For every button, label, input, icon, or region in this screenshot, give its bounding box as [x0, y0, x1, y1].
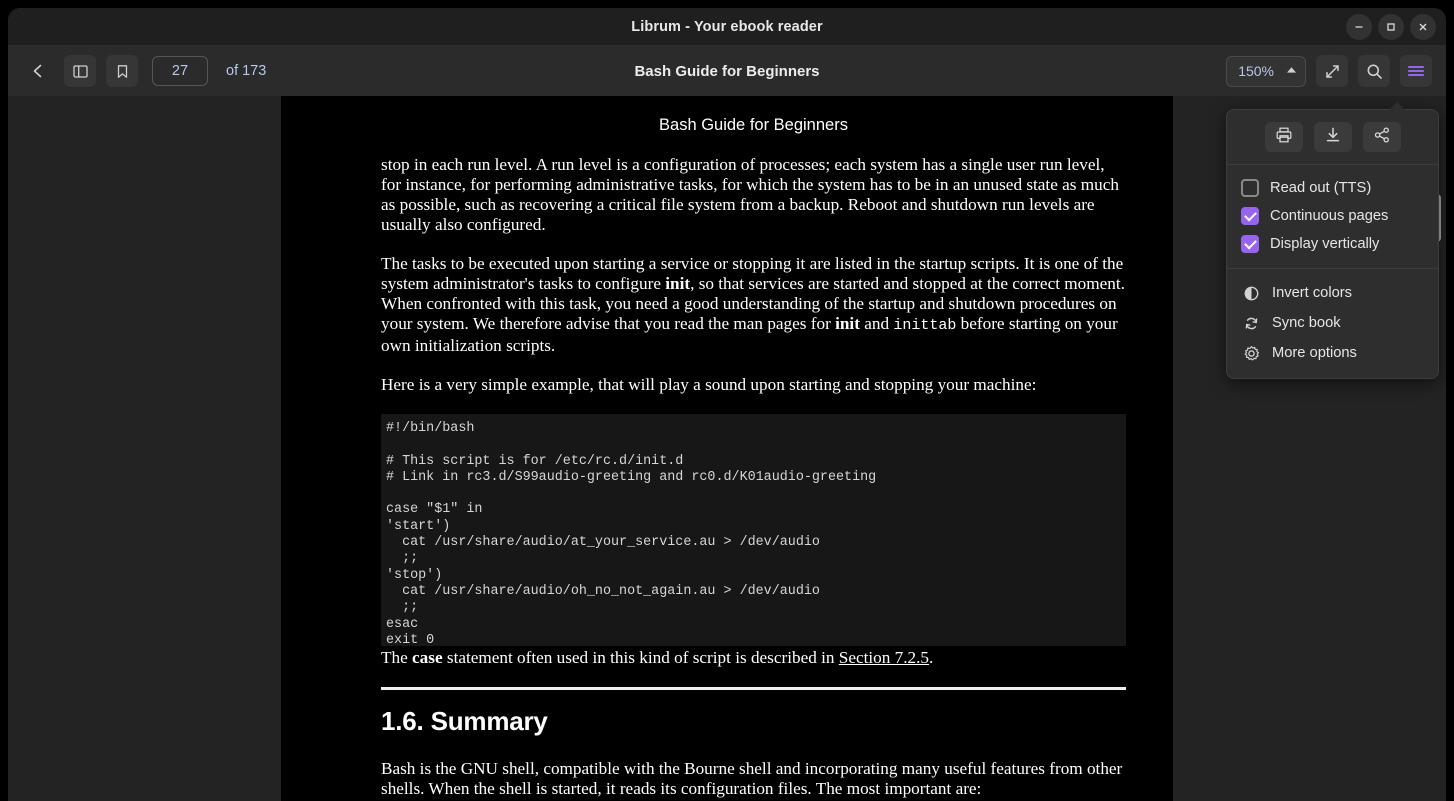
display-vertically-checkbox[interactable]	[1241, 235, 1259, 253]
window-title: Librum - Your ebook reader	[631, 18, 823, 35]
maximize-icon	[1385, 21, 1397, 33]
menu-item-display-vertically[interactable]: Display vertically	[1227, 230, 1438, 258]
menu-item-continuous-pages[interactable]: Continuous pages	[1227, 202, 1438, 230]
paragraph-text: and	[859, 314, 894, 333]
zoom-selector[interactable]: 150%	[1226, 55, 1306, 87]
reader-area: Bash Guide for Beginners stop in each ru…	[8, 96, 1446, 801]
toolbar-right-group: 150%	[1226, 46, 1432, 96]
page-total-label: of 173	[226, 63, 267, 79]
contrast-icon	[1241, 283, 1261, 303]
window-controls	[1346, 8, 1436, 45]
document-running-head: Bash Guide for Beginners	[659, 116, 848, 134]
menu-item-label: Display vertically	[1270, 236, 1380, 252]
menu-item-label: Read out (TTS)	[1270, 180, 1372, 196]
paragraph-text: statement often used in this kind of scr…	[442, 648, 839, 667]
share-icon	[1373, 126, 1391, 149]
page-number-input[interactable]: 27	[152, 56, 208, 86]
document-page[interactable]: Bash Guide for Beginners stop in each ru…	[281, 96, 1173, 801]
close-button[interactable]	[1410, 13, 1436, 40]
menu-pointer-arrow	[1388, 102, 1406, 111]
expand-arrows-icon	[1323, 62, 1342, 81]
minimize-button[interactable]	[1346, 13, 1372, 40]
menu-toggles-section: Read out (TTS) Continuous pages Display …	[1227, 165, 1438, 269]
search-icon	[1365, 62, 1384, 81]
bookmark-button[interactable]	[106, 55, 138, 87]
document-paragraph: Here is a very simple example, that will…	[381, 375, 1037, 394]
menu-item-label: Invert colors	[1272, 285, 1352, 301]
share-button[interactable]	[1362, 122, 1401, 152]
menu-item-read-out-tts[interactable]: Read out (TTS)	[1227, 174, 1438, 202]
print-button[interactable]	[1264, 122, 1303, 152]
gear-icon	[1241, 343, 1261, 363]
download-icon	[1324, 126, 1342, 149]
close-icon	[1417, 21, 1429, 33]
printer-icon	[1275, 126, 1293, 149]
chevron-left-icon	[29, 62, 47, 80]
sidebar-panel-icon	[72, 63, 89, 80]
reader-toolbar: Bash Guide for Beginners 27 of 173 150%	[8, 46, 1446, 96]
options-menu-button[interactable]	[1400, 55, 1432, 87]
read-out-tts-checkbox[interactable]	[1241, 179, 1259, 197]
app-window: Librum - Your ebook reader Bash Guide fo…	[8, 8, 1446, 801]
continuous-pages-checkbox[interactable]	[1241, 207, 1259, 225]
menu-item-label: Sync book	[1272, 315, 1341, 331]
document-content: Bash Guide for Beginners stop in each ru…	[381, 116, 1126, 801]
menu-item-sync-book[interactable]: Sync book	[1227, 308, 1438, 338]
bookmark-icon	[114, 63, 131, 80]
search-button[interactable]	[1358, 55, 1390, 87]
back-button[interactable]	[22, 55, 54, 87]
paragraph-text: .	[929, 648, 934, 667]
document-section-heading: 1.6. Summary	[381, 706, 548, 736]
paragraph-bold-term: case	[412, 648, 443, 667]
minimize-icon	[1353, 21, 1365, 33]
menu-actions-section: Invert colors Sync book More options	[1227, 269, 1438, 378]
paragraph-bold-term: init	[835, 314, 860, 333]
maximize-button[interactable]	[1378, 13, 1404, 40]
sync-icon	[1241, 313, 1261, 333]
download-button[interactable]	[1313, 122, 1352, 152]
paragraph-text: The	[381, 648, 413, 667]
menu-item-label: Continuous pages	[1270, 208, 1389, 224]
document-paragraph: stop in each run level. A run level is a…	[381, 155, 1119, 234]
document-paragraph: The case statement often used in this ki…	[381, 648, 1126, 668]
paragraph-code-term: inittab	[893, 317, 957, 334]
options-dropdown-menu: Read out (TTS) Continuous pages Display …	[1226, 102, 1439, 379]
toolbar-left-group: 27 of 173	[22, 55, 266, 87]
toggle-sidebar-button[interactable]	[64, 55, 96, 87]
hamburger-menu-icon	[1406, 63, 1426, 79]
menu-item-more-options[interactable]: More options	[1227, 338, 1438, 368]
page-number-value: 27	[171, 63, 189, 79]
chevron-up-icon	[1286, 66, 1297, 76]
document-divider	[381, 687, 1126, 690]
fullscreen-button[interactable]	[1316, 55, 1348, 87]
code-block: #!/bin/bash # This script is for /etc/rc…	[381, 414, 1126, 646]
document-paragraph: The tasks to be executed upon starting a…	[381, 254, 1126, 356]
paragraph-bold-term: init	[665, 274, 691, 293]
menu-item-label: More options	[1272, 345, 1357, 361]
menu-item-invert-colors[interactable]: Invert colors	[1227, 278, 1438, 308]
title-bar: Librum - Your ebook reader	[8, 8, 1446, 46]
section-link[interactable]: Section 7.2.5	[839, 648, 929, 667]
document-paragraph: Bash is the GNU shell, compatible with t…	[381, 759, 1123, 798]
menu-action-row	[1227, 110, 1438, 165]
zoom-level-value: 150%	[1238, 63, 1274, 79]
